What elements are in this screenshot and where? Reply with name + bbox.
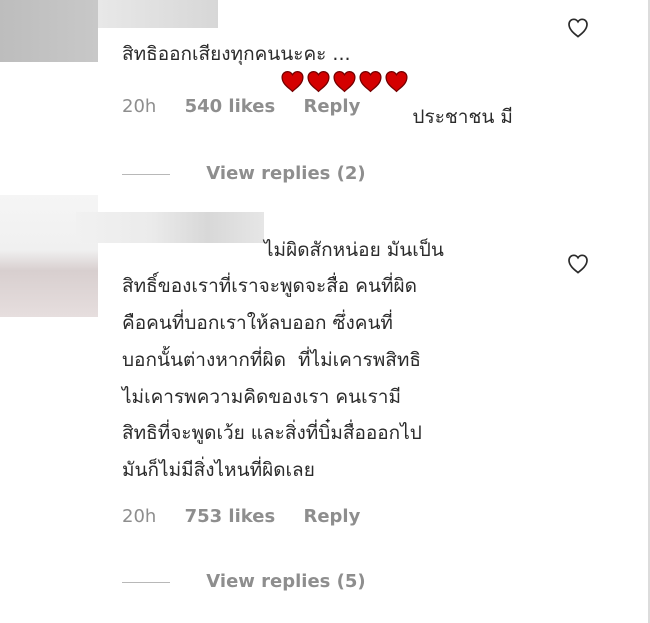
reply-button[interactable]: Reply xyxy=(303,506,360,527)
username-redacted[interactable] xyxy=(98,0,218,28)
comment-line: ไม่ผิดสักหน่อย มันเป็น xyxy=(264,239,444,261)
username-redacted[interactable] xyxy=(76,212,264,243)
comment-line: บอกนั้นต่างหากที่ผิด ที่ไม่เคารพสิทธิ xyxy=(122,349,421,371)
comment-time: 20h xyxy=(122,506,157,527)
replies-divider-line xyxy=(122,581,170,583)
like-count[interactable]: 753 likes xyxy=(185,506,276,527)
red-heart-icon xyxy=(281,70,304,93)
comment-line: สิทธิที่จะพูดเว้ย และสิ่งที่บิ๋มสื่อออกไ… xyxy=(122,422,422,444)
avatar[interactable] xyxy=(0,0,98,62)
red-heart-icon xyxy=(333,70,356,93)
comment-meta: 20h 540 likes Reply xyxy=(122,96,382,117)
comment-line: ประชาชน มี xyxy=(412,106,513,128)
comment-line: สิทธิออกเสียงทุกคนนะคะ ... xyxy=(122,43,351,65)
red-heart-icon xyxy=(307,70,330,93)
comment-line: มันก็ไม่มีสิ่งไหนที่ผิดเลย xyxy=(122,459,315,481)
view-replies-button[interactable]: View replies (5) xyxy=(206,571,365,592)
like-count[interactable]: 540 likes xyxy=(185,96,276,117)
view-replies-row[interactable]: View replies (2) xyxy=(122,163,366,184)
comment-time: 20h xyxy=(122,96,157,117)
heart-outline-icon[interactable] xyxy=(566,16,590,40)
red-heart-icon xyxy=(359,70,382,93)
replies-divider-line xyxy=(122,173,170,175)
comment-meta: 20h 753 likes Reply xyxy=(122,506,382,527)
view-replies-row[interactable]: View replies (5) xyxy=(122,571,366,592)
red-heart-icon xyxy=(385,70,408,93)
comment-line: คือคนที่บอกเราให้ลบออก ซึ่งคนที่ xyxy=(122,312,393,334)
comment-text: ประชาชน มี xyxy=(220,1,550,172)
comment-2: ไม่ผิดสักหน่อย มันเป็น สิทธิ์ของเราที่เร… xyxy=(0,190,650,623)
comment-line: ไม่เคารพความคิดของเรา คนเรามี xyxy=(122,386,401,408)
view-replies-button[interactable]: View replies (2) xyxy=(206,163,365,184)
comment-line: สิทธิ์ของเราที่เราจะพูดจะสื่อ คนที่ผิด xyxy=(122,275,417,297)
heart-outline-icon[interactable] xyxy=(566,252,590,276)
reply-button[interactable]: Reply xyxy=(303,96,360,117)
comment-1: ประชาชน มี สิทธิออกเสียงทุกคนนะคะ ... 20… xyxy=(0,0,650,205)
